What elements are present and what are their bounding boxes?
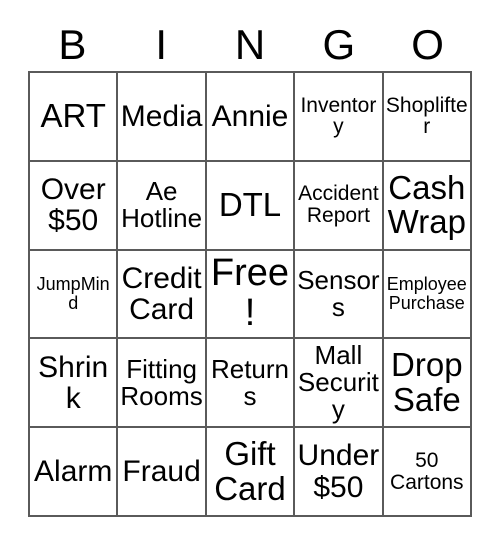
bingo-header-letter-n: N [234, 20, 266, 68]
bingo-cell-shrink[interactable]: Shrink [30, 339, 119, 429]
bingo-cell-under-50[interactable]: Under $50 [295, 428, 384, 517]
bingo-cell-label: 50 Cartons [390, 448, 464, 494]
bingo-cell-free[interactable]: Free! [206, 250, 296, 340]
bingo-cell-label: Alarm [34, 455, 113, 488]
bingo-cell-label: Credit Card [121, 261, 202, 326]
bingo-header-letter-g: G [322, 20, 356, 68]
bingo-header-row: BINGO [28, 18, 472, 71]
bingo-cell-label: Fitting Rooms [120, 353, 203, 411]
bingo-cell-dtl[interactable]: DTL [206, 161, 296, 251]
bingo-cell-employee-purchase[interactable]: Employee Purchase [383, 250, 472, 340]
bingo-cell-drop-safe[interactable]: Drop Safe [383, 339, 472, 429]
bingo-cell-gift-card[interactable]: Gift Card [206, 428, 296, 517]
bingo-cell-annie[interactable]: Annie [206, 73, 296, 162]
bingo-cell-label: Accident Report [298, 182, 379, 228]
bingo-cell-mall-security[interactable]: Mall Security [295, 339, 384, 429]
bingo-cell-sensors[interactable]: Sensors [295, 250, 384, 340]
bingo-cell-accident-report[interactable]: Accident Report [295, 161, 384, 251]
bingo-cell-label: ART [40, 97, 106, 135]
bingo-cell-label: Shrink [38, 350, 109, 415]
bingo-cell-label: Media [120, 99, 203, 133]
bingo-cell-label: Mall Security [297, 340, 379, 425]
bingo-cell-fitting-rooms[interactable]: Fitting Rooms [118, 339, 207, 429]
bingo-cell-credit-card[interactable]: Credit Card [118, 250, 207, 340]
bingo-cell-label: Under $50 [297, 439, 380, 504]
bingo-cell-label: Annie [211, 99, 289, 133]
bingo-cell-over-50[interactable]: Over $50 [30, 161, 119, 251]
bingo-cell-label: Shoplifter [385, 93, 468, 139]
bingo-cell-fraud[interactable]: Fraud [118, 428, 207, 517]
bingo-header-letter-o: O [411, 20, 444, 68]
bingo-cell-art[interactable]: ART [30, 73, 119, 162]
bingo-cell-label: Ae Hotline [121, 176, 203, 234]
bingo-cell-label: Returns [210, 353, 290, 411]
bingo-cell-label: Free! [210, 252, 290, 334]
bingo-cell-media[interactable]: Media [118, 73, 207, 162]
bingo-cell-ae-hotline[interactable]: Ae Hotline [118, 161, 207, 251]
bingo-cell-label: Fraud [122, 455, 201, 488]
bingo-cell-label: Sensors [297, 264, 380, 322]
bingo-cell-label: Employee Purchase [386, 274, 467, 313]
bingo-header-letter-i: I [155, 20, 168, 68]
bingo-cell-50-cartons[interactable]: 50 Cartons [383, 428, 472, 517]
bingo-card: B I N G O ART Media Annie Inventory Shoplifter Ov… [0, 0, 500, 544]
bingo-cell-label: JumpMind [36, 274, 110, 313]
bingo-cell-alarm[interactable]: Alarm [30, 428, 119, 517]
bingo-cell-shoplifter[interactable]: Shoplifter [383, 73, 472, 162]
bingo-cell-inventory[interactable]: Inventory [295, 73, 384, 162]
bingo-cell-returns[interactable]: Returns [206, 339, 296, 429]
bingo-cell-label: Drop Safe [391, 346, 463, 418]
bingo-cell-label: Inventory [300, 93, 377, 139]
bingo-cell-label: Cash Wrap [387, 168, 466, 241]
bingo-cell-label: Over $50 [40, 173, 106, 238]
bingo-cell-label: DTL [218, 186, 282, 224]
bingo-cell-cash-wrap[interactable]: Cash Wrap [383, 161, 472, 251]
bingo-cell-jumpmind[interactable]: JumpMind [30, 250, 119, 340]
bingo-header-letter-b: B [58, 20, 87, 68]
bingo-grid: ART Media Annie Inventory Shoplifter Over $50… [28, 71, 472, 517]
bingo-cell-label: Gift Card [214, 435, 286, 507]
